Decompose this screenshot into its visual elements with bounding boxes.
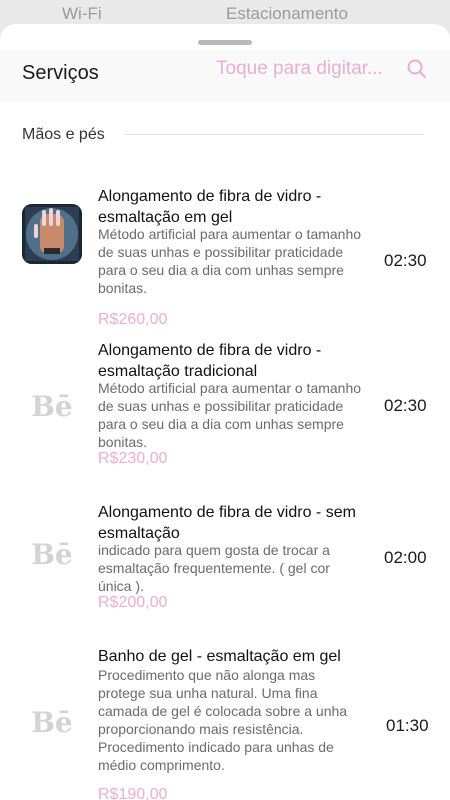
service-price: R$260,00	[98, 311, 168, 328]
service-thumbnail	[22, 204, 82, 264]
search-icon[interactable]	[406, 58, 428, 80]
sheet-header: Serviços Toque para digitar...	[0, 50, 450, 102]
search-input[interactable]: Toque para digitar...	[216, 58, 383, 80]
service-duration: 02:30	[384, 251, 427, 270]
background-right-text: Estacionamento	[226, 4, 348, 23]
service-item[interactable]: Bē Alongamento de fibra de vidro - sem e…	[0, 502, 450, 622]
drag-handle[interactable]	[198, 40, 252, 45]
service-price: R$200,00	[98, 594, 168, 611]
service-price: R$230,00	[98, 450, 168, 467]
service-duration: 02:30	[384, 396, 427, 415]
be-logo-icon: Bē	[31, 705, 73, 739]
nail-photo-icon	[22, 204, 82, 264]
section-title: Mãos e pés	[22, 126, 105, 143]
service-title: Banho de gel - esmaltação em gel	[98, 648, 341, 665]
service-title: Alongamento de fibra de vidro - sem esma…	[98, 504, 356, 542]
background-left-text: Wi-Fi	[62, 4, 102, 23]
service-description: Método artificial para aumentar o tamanh…	[98, 226, 362, 296]
service-item[interactable]: Alongamento de fibra de vidro - esmaltaç…	[0, 160, 450, 328]
service-item[interactable]: Bē Alongamento de fibra de vidro - esmal…	[0, 340, 450, 480]
section-divider	[124, 134, 424, 135]
service-description: indicado para quem gosta de trocar a esm…	[98, 542, 330, 594]
be-logo-icon: Bē	[31, 537, 73, 571]
service-duration: 02:00	[384, 548, 427, 567]
services-sheet: Serviços Toque para digitar... Mãos e pé…	[0, 24, 450, 800]
service-description: Procedimento que não alonga mas protege …	[98, 667, 348, 773]
be-logo-icon: Bē	[31, 389, 73, 423]
service-item[interactable]: Bē Banho de gel - esmaltação em gel Proc…	[0, 646, 450, 800]
service-title: Alongamento de fibra de vidro - esmaltaç…	[98, 188, 322, 226]
page-title: Serviços	[22, 62, 99, 84]
service-description: Método artificial para aumentar o tamanh…	[98, 380, 362, 450]
service-title: Alongamento de fibra de vidro - esmaltaç…	[98, 342, 322, 380]
service-duration: 01:30	[386, 716, 429, 735]
service-price: R$190,00	[98, 786, 168, 800]
